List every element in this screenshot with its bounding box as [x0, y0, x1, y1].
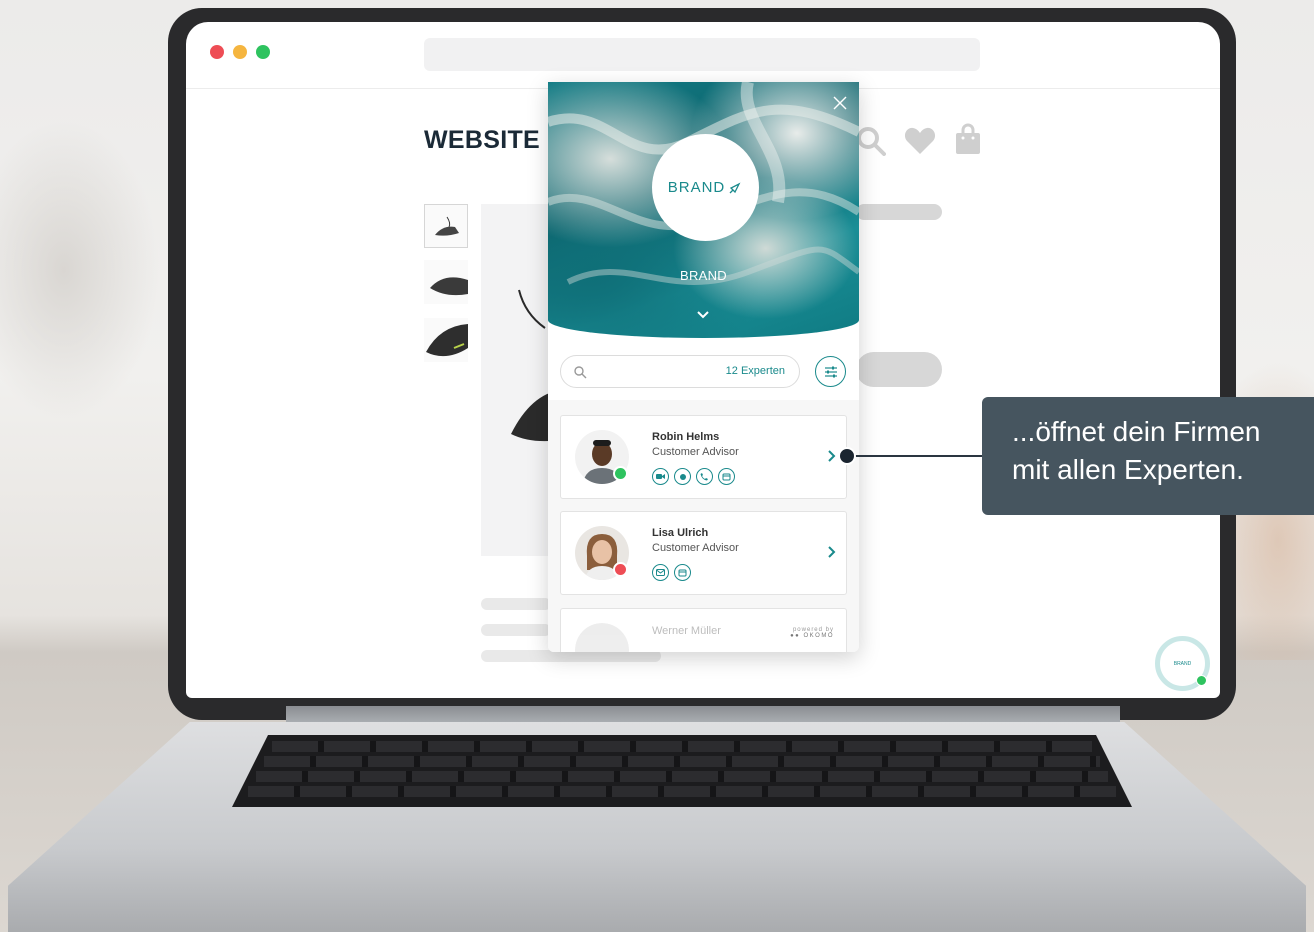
- expert-role: Customer Advisor: [652, 542, 739, 554]
- search-icon[interactable]: [856, 126, 886, 156]
- expert-card[interactable]: Robin Helms Customer Advisor: [560, 415, 847, 499]
- shopping-bag-icon[interactable]: [954, 122, 982, 156]
- expert-card[interactable]: Werner Müller powered by ●● OKOMO: [560, 608, 847, 652]
- placeholder-bar: [481, 624, 551, 636]
- status-indicator: [613, 562, 628, 577]
- phone-icon[interactable]: [696, 468, 713, 485]
- placeholder-bar: [856, 204, 942, 220]
- placeholder-button: [856, 352, 942, 387]
- callout-box: ...öffnet dein Firmen mit allen Experten…: [982, 397, 1314, 515]
- key-row: [248, 786, 1116, 797]
- chat-icon[interactable]: [674, 468, 691, 485]
- brand-logo-text: BRAND: [667, 179, 726, 196]
- powered-by: powered by ●● OKOMO: [790, 627, 834, 639]
- brand-logo: BRAND: [652, 134, 759, 241]
- expert-name: Robin Helms: [652, 431, 720, 443]
- laptop-keyboard: [232, 735, 1132, 807]
- callout-line-1: ...öffnet dein Firmen: [1012, 416, 1261, 447]
- site-title: WEBSITE: [424, 126, 540, 154]
- channel-icons: [652, 468, 735, 486]
- key-row: [256, 771, 1108, 782]
- filter-button[interactable]: [815, 356, 846, 387]
- channel-icons: [652, 564, 691, 582]
- callout-pointer-dot: [838, 447, 856, 465]
- launcher-label: BRAND: [1173, 660, 1192, 667]
- email-icon[interactable]: [652, 564, 669, 581]
- product-thumbnail[interactable]: [424, 318, 468, 362]
- product-thumbnail[interactable]: [424, 260, 468, 304]
- calendar-icon[interactable]: [674, 564, 691, 581]
- heart-icon[interactable]: [904, 126, 936, 156]
- okomo-logo: ●● OKOMO: [790, 633, 834, 639]
- expert-name: Lisa Ulrich: [652, 527, 709, 539]
- widget-launcher-button[interactable]: BRAND: [1155, 636, 1210, 691]
- status-indicator: [613, 466, 628, 481]
- product-thumbnail[interactable]: [424, 204, 468, 248]
- calendar-icon[interactable]: [718, 468, 735, 485]
- expert-role: Customer Advisor: [652, 446, 739, 458]
- widget-header: BRAND BRAND: [548, 82, 859, 338]
- background-blur: [0, 120, 160, 420]
- status-indicator: [1196, 675, 1207, 686]
- avatar: [575, 623, 629, 652]
- search-icon: [574, 366, 587, 379]
- rocket-icon: [729, 182, 741, 193]
- placeholder-bar: [481, 598, 551, 610]
- callout-connector: [846, 455, 982, 457]
- window-minimize-dot[interactable]: [233, 45, 247, 59]
- expert-count: 12 Experten: [725, 365, 785, 377]
- key-row: [264, 756, 1100, 767]
- expert-card[interactable]: Lisa Ulrich Customer Advisor: [560, 511, 847, 595]
- expert-widget: BRAND BRAND 12 Experten Robin Helms Cust…: [548, 82, 859, 652]
- window-close-dot[interactable]: [210, 45, 224, 59]
- brand-name: BRAND: [679, 268, 727, 283]
- address-bar[interactable]: [424, 38, 980, 71]
- key-row: [272, 741, 1092, 752]
- search-field[interactable]: 12 Experten: [560, 355, 800, 388]
- sliders-icon: [824, 366, 837, 377]
- okomo-text: OKOMO: [803, 633, 834, 639]
- chevron-right-icon[interactable]: [827, 450, 836, 462]
- expert-name: Werner Müller: [652, 625, 721, 637]
- video-icon[interactable]: [652, 468, 669, 485]
- chevron-right-icon[interactable]: [827, 546, 836, 558]
- close-icon[interactable]: [831, 94, 849, 112]
- window-maximize-dot[interactable]: [256, 45, 270, 59]
- chevron-down-icon[interactable]: [696, 310, 710, 320]
- callout-line-2: mit allen Experten.: [1012, 454, 1244, 485]
